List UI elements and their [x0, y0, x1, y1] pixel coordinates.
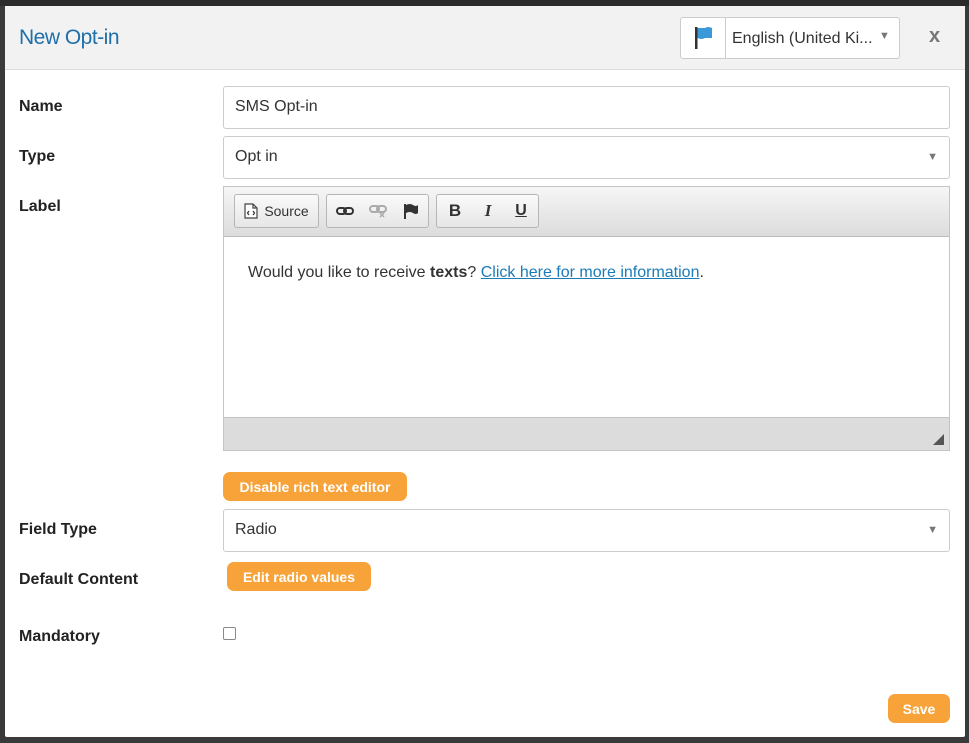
resize-icon[interactable]	[933, 434, 944, 445]
label-text-mid: ?	[467, 264, 481, 281]
source-button[interactable]: Source	[235, 195, 318, 227]
flag-icon	[681, 18, 726, 58]
close-icon[interactable]: x	[929, 25, 940, 48]
chevron-down-icon: ▼	[927, 524, 938, 536]
new-opt-in-dialog: New Opt-in English (United Ki... ▼ x Nam…	[5, 6, 965, 737]
language-value: English (United Ki...	[732, 30, 873, 47]
bold-button[interactable]: B	[439, 195, 471, 227]
dialog-header: New Opt-in English (United Ki... ▼ x	[5, 6, 965, 70]
field-type-label: Field Type	[19, 521, 97, 538]
toolbar-group-format: B I U	[436, 194, 539, 228]
type-select[interactable]: Opt in ▼	[223, 136, 950, 179]
more-information-link[interactable]: Click here for more information	[481, 264, 700, 281]
field-type-select[interactable]: Radio ▼	[223, 509, 950, 552]
unlink-button[interactable]	[362, 195, 394, 227]
rich-text-editor: Source B I U Would you like to receive t…	[223, 186, 950, 451]
name-input[interactable]: SMS Opt-in	[223, 86, 950, 129]
default-content-label: Default Content	[19, 571, 139, 588]
underline-button[interactable]: U	[505, 195, 537, 227]
anchor-flag-icon	[404, 204, 418, 219]
label-text-before: Would you like to receive	[248, 264, 431, 281]
language-select[interactable]: English (United Ki... ▼	[680, 17, 900, 59]
italic-button[interactable]: I	[472, 195, 504, 227]
save-button[interactable]: Save	[888, 694, 950, 723]
mandatory-label: Mandatory	[19, 628, 100, 645]
label-bold-text: texts	[430, 264, 468, 281]
source-icon	[244, 203, 258, 219]
type-label: Type	[19, 148, 56, 165]
chevron-down-icon: ▼	[879, 30, 890, 42]
anchor-button[interactable]	[395, 195, 427, 227]
label-field-label: Label	[19, 198, 61, 215]
edit-radio-values-button[interactable]: Edit radio values	[227, 562, 371, 591]
dialog-title: New Opt-in	[19, 26, 120, 49]
field-type-select-value: Radio	[235, 521, 277, 538]
toolbar-group-links	[326, 194, 429, 228]
link-button[interactable]	[329, 195, 361, 227]
label-text-after: .	[699, 264, 704, 281]
toolbar-group-document: Source	[234, 194, 319, 228]
chevron-down-icon: ▼	[927, 151, 938, 163]
disable-rich-text-editor-button[interactable]: Disable rich text editor	[223, 472, 407, 501]
mandatory-checkbox[interactable]	[223, 627, 236, 640]
editor-content[interactable]: Would you like to receive texts? Click h…	[224, 237, 949, 417]
unlink-icon	[369, 205, 387, 218]
link-icon	[336, 207, 354, 215]
name-label: Name	[19, 98, 63, 115]
editor-footer	[224, 417, 949, 450]
source-button-label: Source	[264, 203, 309, 219]
editor-toolbar: Source B I U	[224, 187, 949, 237]
type-select-value: Opt in	[235, 148, 278, 165]
